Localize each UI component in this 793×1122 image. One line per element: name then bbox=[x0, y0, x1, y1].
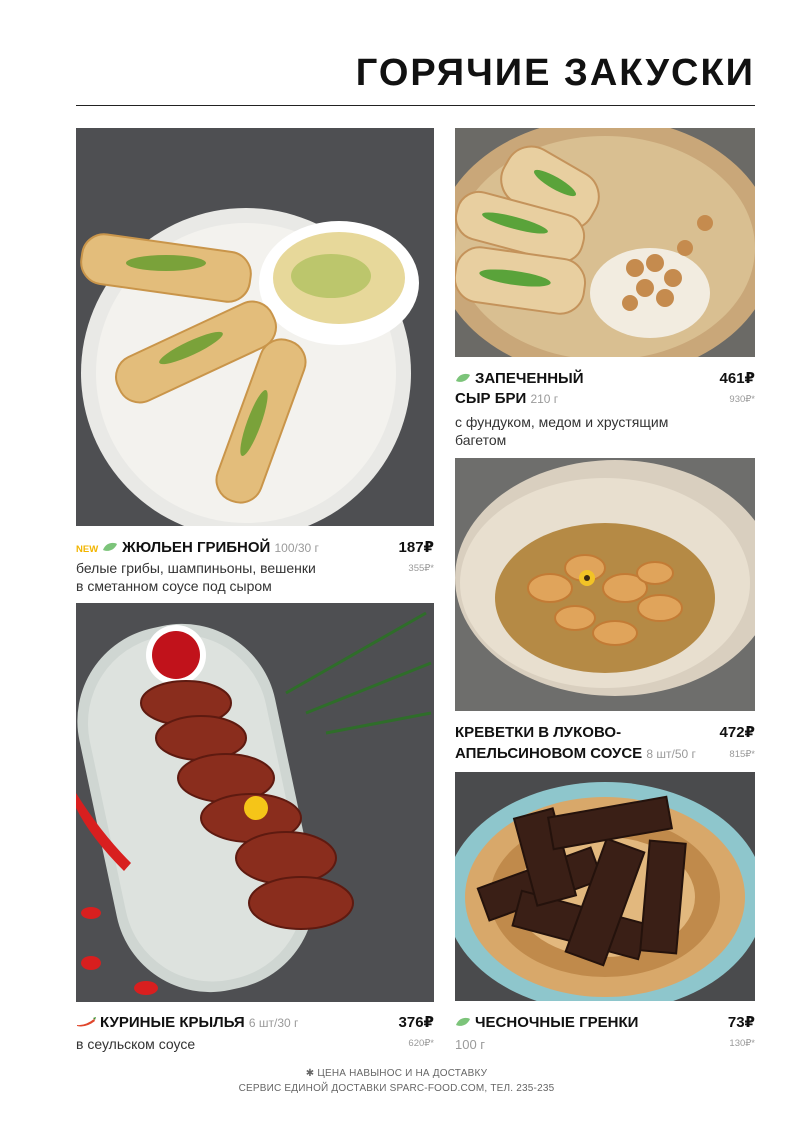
title-divider bbox=[76, 105, 755, 106]
page-title: ГОРЯЧИЕ ЗАКУСКИ bbox=[355, 52, 755, 94]
footer-delivery-service: СЕРВИС ЕДИНОЙ ДОСТАВКИ SPARC-FOOD.COM, Т… bbox=[238, 1083, 555, 1094]
julien-price: 187₽ bbox=[398, 539, 434, 556]
new-badge: NEW bbox=[76, 544, 99, 555]
wings-name-text: КУРИНЫЕ КРЫЛЬЯ bbox=[100, 1014, 245, 1031]
croutons-weight: 100 г bbox=[455, 1037, 486, 1052]
leaf-icon bbox=[102, 538, 118, 558]
leaf-icon bbox=[455, 369, 471, 389]
footer-note: ✱ ЦЕНА НАВЫНОС И НА ДОСТАВКУ bbox=[305, 1068, 488, 1079]
wings-photo bbox=[76, 603, 434, 1002]
shrimp-weight: 8 шт/50 г bbox=[646, 747, 696, 761]
brie-name-line1: ЗАПЕЧЕННЫЙ bbox=[475, 370, 584, 387]
brie-description-2: багетом bbox=[455, 432, 507, 448]
julien-weight: 100/30 г bbox=[274, 541, 319, 555]
croutons-delivery-price: 130₽* bbox=[729, 1038, 755, 1049]
brie-name-line2: СЫР БРИ bbox=[455, 390, 527, 407]
wings-name: КУРИНЫЕ КРЫЛЬЯ 6 шт/30 г bbox=[76, 1013, 298, 1033]
croutons-name-text: ЧЕСНОЧНЫЕ ГРЕНКИ bbox=[475, 1014, 639, 1031]
wings-delivery-price: 620₽* bbox=[408, 1038, 434, 1049]
shrimp-name-2: АПЕЛЬСИНОВОМ СОУСЕ 8 шт/50 г bbox=[455, 744, 696, 764]
julien-photo bbox=[76, 128, 434, 526]
julien-description-2: в сметанном соусе под сыром bbox=[76, 578, 272, 594]
croutons-photo bbox=[455, 772, 755, 1001]
croutons-price: 73₽ bbox=[727, 1014, 755, 1031]
julien-description-1: белые грибы, шампиньоны, вешенки bbox=[76, 560, 316, 576]
shrimp-name-line2: АПЕЛЬСИНОВОМ СОУСЕ bbox=[455, 745, 643, 762]
shrimp-photo bbox=[455, 458, 755, 711]
brie-name-2: СЫР БРИ 210 г bbox=[455, 389, 558, 409]
brie-name: ЗАПЕЧЕННЫЙ bbox=[455, 369, 584, 389]
wings-weight: 6 шт/30 г bbox=[248, 1016, 299, 1030]
croutons-name: ЧЕСНОЧНЫЕ ГРЕНКИ bbox=[455, 1013, 638, 1033]
shrimp-delivery-price: 815₽* bbox=[729, 749, 755, 760]
wings-description: в сеульском соусе bbox=[76, 1036, 196, 1052]
shrimp-name-1: КРЕВЕТКИ В ЛУКОВО- bbox=[455, 724, 622, 741]
leaf-icon bbox=[455, 1013, 471, 1033]
brie-description-1: с фундуком, медом и хрустящим bbox=[455, 414, 669, 430]
brie-price: 461₽ bbox=[719, 370, 755, 387]
shrimp-price: 472₽ bbox=[719, 724, 755, 741]
julien-name: NEW ЖЮЛЬЕН ГРИБНОЙ 100/30 г bbox=[76, 538, 319, 560]
brie-photo bbox=[455, 128, 755, 357]
wings-price: 376₽ bbox=[398, 1014, 434, 1031]
julien-name-text: ЖЮЛЬЕН ГРИБНОЙ bbox=[122, 539, 271, 556]
chili-icon bbox=[76, 1013, 96, 1033]
brie-weight: 210 г bbox=[530, 392, 559, 406]
julien-delivery-price: 355₽* bbox=[408, 563, 434, 574]
brie-delivery-price: 930₽* bbox=[729, 394, 755, 405]
